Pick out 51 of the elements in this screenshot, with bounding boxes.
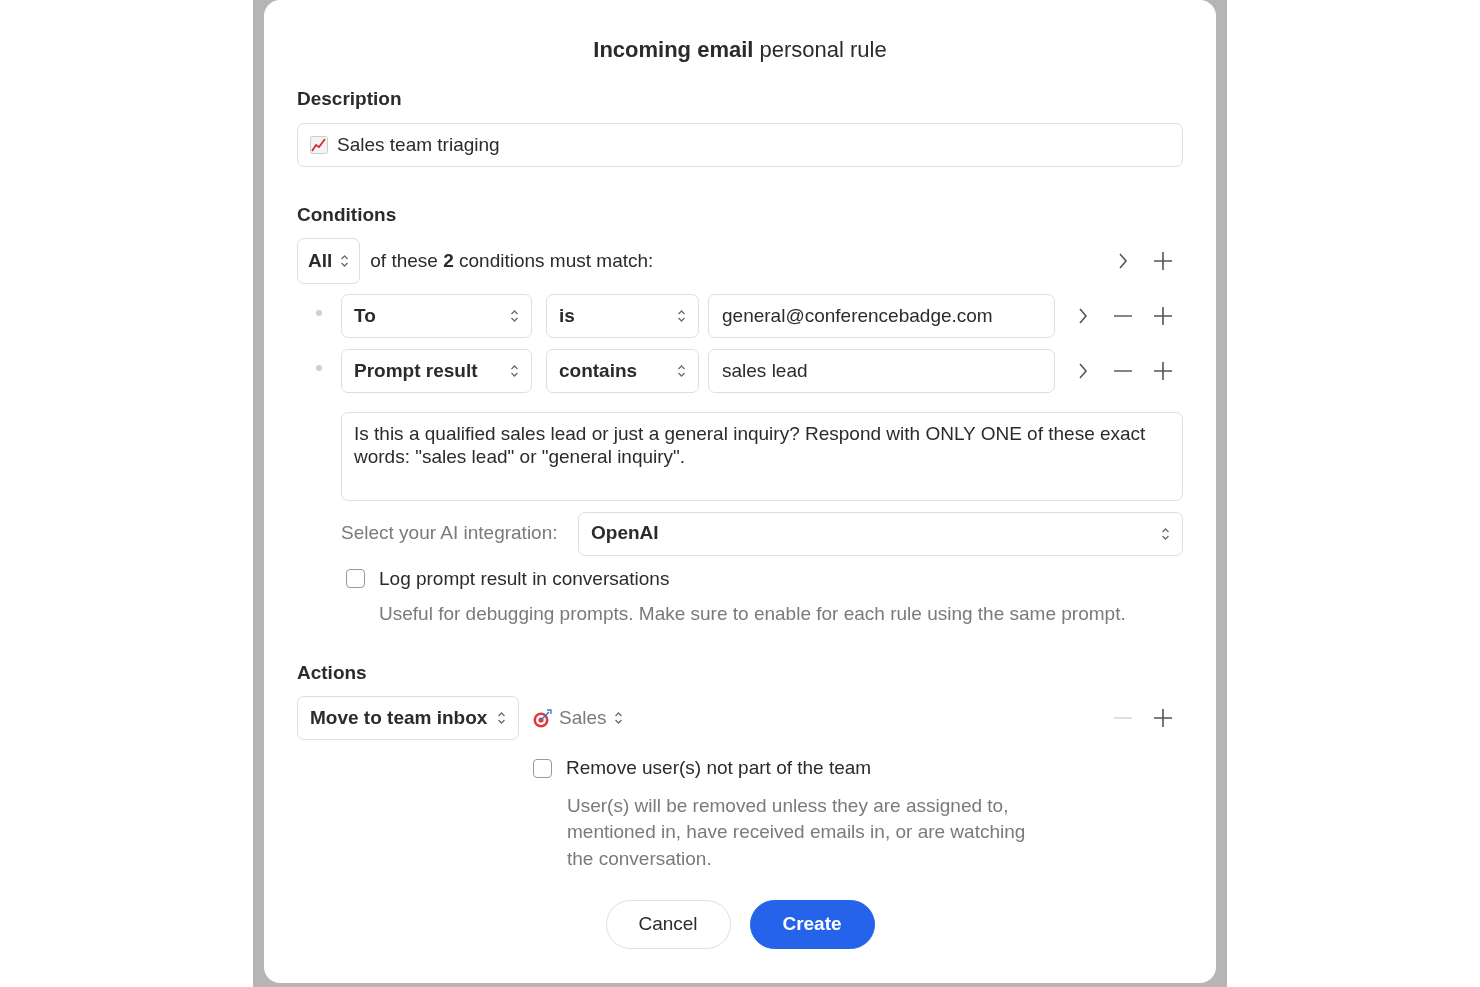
dialog-title: Incoming email personal rule <box>592 36 888 64</box>
add-button[interactable] <box>1151 359 1175 383</box>
updown-icon <box>340 254 350 268</box>
updown-icon <box>613 711 623 725</box>
team-select[interactable]: Sales <box>533 703 623 733</box>
match-mode-select[interactable]: All <box>297 238 361 284</box>
operator-select[interactable]: is <box>546 294 699 338</box>
chart-icon <box>310 136 328 154</box>
updown-icon <box>510 309 519 323</box>
updown-icon <box>677 309 686 323</box>
chevron-right-icon <box>1078 362 1088 380</box>
plus-icon <box>1154 709 1172 727</box>
prompt-field[interactable]: Is this a qualified sales lead or just a general inquiry? Respond with ONLY ONE of these exact words: "sales lead" or "general inquiry". <box>341 412 1183 501</box>
plus-icon <box>1154 362 1172 380</box>
value-field[interactable]: sales lead <box>708 349 1055 393</box>
cancel-button[interactable]: Cancel <box>605 900 731 949</box>
description-field[interactable]: Sales team triaging <box>297 123 1183 167</box>
field-select[interactable]: Prompt result <box>341 349 532 393</box>
field-select[interactable]: To <box>341 294 532 338</box>
ai-integration-select[interactable]: OpenAI <box>578 511 1183 556</box>
ai-integration-label: Select your AI integration: <box>341 521 559 546</box>
create-button[interactable]: Create <box>749 900 875 949</box>
add-button[interactable] <box>1151 249 1175 273</box>
value-field[interactable]: general@conferencebadge.com <box>708 294 1055 338</box>
section-label: Actions <box>297 661 368 685</box>
updown-icon <box>497 711 506 725</box>
section-label: Description <box>297 87 403 111</box>
target-icon <box>533 708 552 728</box>
updown-icon <box>510 364 519 378</box>
updown-icon <box>677 364 686 378</box>
chevron-right-icon <box>1118 252 1128 270</box>
checkbox-label: Remove user(s) not part of the team <box>566 756 872 780</box>
checkbox-label: Log prompt result in conversations <box>379 566 670 591</box>
section-label: Conditions <box>297 203 398 227</box>
bullet-icon <box>316 365 322 371</box>
match-summary: of these 2 conditions must match: <box>370 248 654 273</box>
minus-icon <box>1114 370 1132 372</box>
updown-icon <box>1161 526 1170 541</box>
hint-text: User(s) will be removed unless they are assigned to, mentioned in, have received emails in, or are watching the conversation. <box>566 793 1027 871</box>
checkbox[interactable] <box>346 569 365 589</box>
hint-text: Useful for debugging prompts. Make sure to enable for each rule using the same prompt. <box>378 602 1127 626</box>
bullet-icon <box>316 310 322 316</box>
add-button[interactable] <box>1151 706 1175 730</box>
add-button[interactable] <box>1151 304 1175 328</box>
chevron-right-icon <box>1078 307 1088 325</box>
action-select[interactable]: Move to team inbox <box>297 696 519 740</box>
checkbox[interactable] <box>533 758 552 778</box>
plus-icon <box>1154 307 1172 325</box>
minus-icon <box>1114 315 1132 317</box>
operator-select[interactable]: contains <box>546 349 699 393</box>
plus-icon <box>1154 252 1172 270</box>
